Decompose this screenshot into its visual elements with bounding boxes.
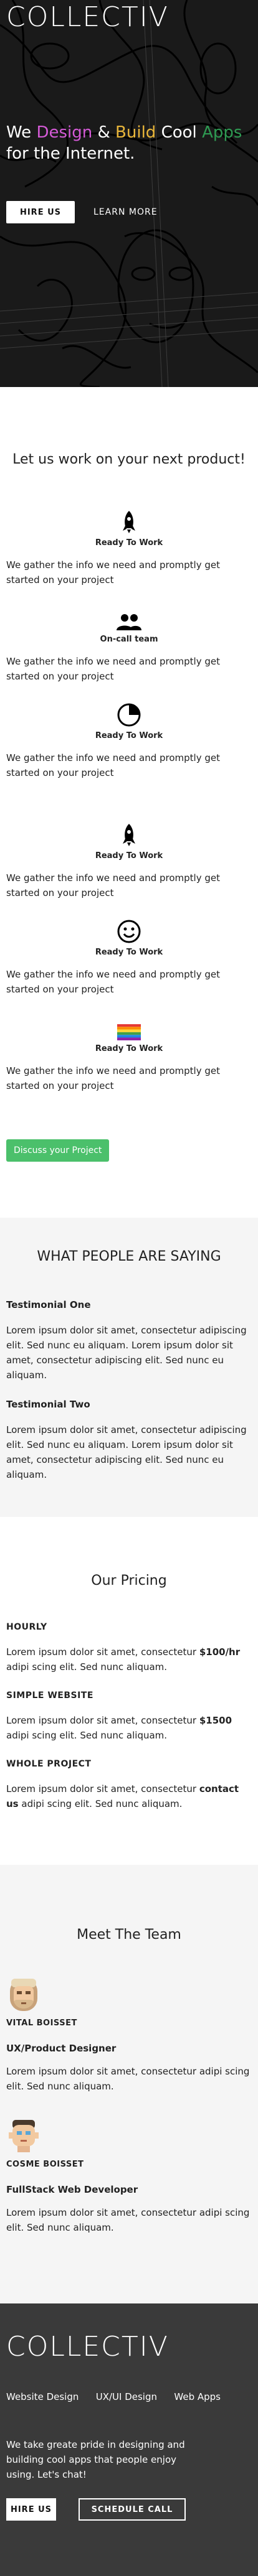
footer-link-ux-ui-design[interactable]: UX/UI Design	[96, 2391, 157, 2402]
people-icon	[6, 604, 252, 631]
service-text: We gather the info we need and promptly …	[6, 752, 221, 778]
service-item: On-call team We gather the info we need …	[6, 604, 252, 684]
team-member: COSME BOISSET FullStack Web Developer Lo…	[6, 2119, 252, 2235]
hero-tagline: We Design & Build Cool Apps for the Inte…	[6, 122, 252, 164]
rocket-icon	[6, 820, 252, 847]
footer-brand-logo: COLLECTIV	[6, 2331, 169, 2363]
testimonial-title: Testimonial One	[6, 1299, 91, 1310]
hero-brand-logo: COLLECTIV	[6, 1, 169, 33]
member-bio: Lorem ipsum dolor sit amet, consectetur …	[6, 2207, 250, 2233]
plan-description: Lorem ipsum dolor sit amet, consectetur …	[6, 1781, 252, 1811]
services-heading: Let us work on your next product!	[12, 452, 246, 467]
plan-price: $1500	[199, 1715, 232, 1726]
service-title: Ready To Work	[95, 1044, 163, 1053]
learn-more-link[interactable]: LEARN MORE	[93, 207, 158, 217]
service-text: We gather the info we need and promptly …	[6, 656, 221, 682]
service-item: Ready To Work We gather the info we need…	[6, 1013, 252, 1093]
pricing-heading: Our Pricing	[91, 1573, 167, 1589]
testimonials-heading: WHAT PEOPLE ARE SAYING	[37, 1249, 221, 1264]
member-name: VITAL BOISSET	[6, 2018, 77, 2028]
service-item: Ready To Work We gather the info we need…	[6, 917, 252, 997]
rainbow-flag-icon	[6, 1013, 252, 1040]
testimonial-item: Testimonial One Lorem ipsum dolor sit am…	[6, 1299, 252, 1383]
footer-nav: Website Design UX/UI Design Web Apps	[6, 2391, 252, 2402]
testimonial-item: Testimonial Two Lorem ipsum dolor sit am…	[6, 1399, 252, 1482]
testimonials-section: WHAT PEOPLE ARE SAYING Testimonial One L…	[0, 1218, 258, 1517]
plan-name: SIMPLE WEBSITE	[6, 1691, 93, 1701]
service-text: We gather the info we need and promptly …	[6, 969, 221, 995]
tagline-design: Design	[36, 123, 93, 142]
footer-pitch: We take greate pride in designing and bu…	[6, 2439, 185, 2480]
tagline-build: Build	[115, 123, 156, 142]
testimonial-text: Lorem ipsum dolor sit amet, consectetur …	[6, 1424, 247, 1480]
footer-link-website-design[interactable]: Website Design	[6, 2391, 79, 2402]
service-title: On-call team	[100, 635, 158, 644]
service-title: Ready To Work	[95, 851, 163, 861]
plan-description: Lorem ipsum dolor sit amet, consectetur …	[6, 1713, 252, 1743]
services-section: Let us work on your next product! Ready …	[0, 387, 258, 1180]
pricing-plan: HOURLY Lorem ipsum dolor sit amet, conse…	[6, 1622, 252, 1674]
service-item: Ready To Work We gather the info we need…	[6, 820, 252, 900]
service-item: Ready To Work We gather the info we need…	[6, 507, 252, 587]
testimonial-text: Lorem ipsum dolor sit amet, consectetur …	[6, 1325, 247, 1381]
avatar	[9, 2120, 39, 2152]
member-bio: Lorem ipsum dolor sit amet, consectetur …	[6, 2066, 250, 2092]
discuss-project-button[interactable]: Discuss your Project	[6, 1139, 110, 1162]
member-role: FullStack Web Developer	[6, 2184, 138, 2195]
footer-hire-us-button[interactable]: HIRE US	[6, 2498, 56, 2521]
smiley-icon	[6, 917, 252, 944]
plan-text-before: Lorem ipsum dolor sit amet, consectetur	[6, 1715, 199, 1726]
plan-price: $100/hr	[199, 1646, 241, 1658]
tagline-we: We	[6, 123, 37, 142]
avatar	[10, 1979, 37, 2011]
plan-text-after: adipi scing elit. Sed nunc aliquam.	[18, 1798, 183, 1809]
service-text: We gather the info we need and promptly …	[6, 872, 221, 898]
footer: COLLECTIV Website Design UX/UI Design We…	[0, 2303, 258, 2576]
tagline-apps: Apps	[202, 123, 242, 142]
plan-text-before: Lorem ipsum dolor sit amet, consectetur	[6, 1783, 199, 1794]
footer-buttons: HIRE US SCHEDULE CALL	[6, 2498, 252, 2521]
team-section: Meet The Team VITAL BOISSET UX/Product D…	[0, 1865, 258, 2303]
hero-line-art	[0, 0, 258, 387]
tagline-rest: for the Internet.	[6, 144, 135, 163]
plan-description: Lorem ipsum dolor sit amet, consectetur …	[6, 1645, 252, 1674]
pricing-plan: SIMPLE WEBSITE Lorem ipsum dolor sit ame…	[6, 1691, 252, 1743]
member-role: UX/Product Designer	[6, 2043, 117, 2054]
tagline-amp: &	[92, 123, 116, 142]
service-title: Ready To Work	[95, 948, 163, 957]
testimonial-title: Testimonial Two	[6, 1399, 90, 1410]
footer-link-web-apps[interactable]: Web Apps	[174, 2391, 221, 2402]
plan-text-after: adipi scing elit. Sed nunc aliquam.	[6, 1661, 168, 1673]
service-text: We gather the info we need and promptly …	[6, 559, 221, 586]
schedule-call-button[interactable]: SCHEDULE CALL	[79, 2498, 186, 2521]
member-name: COSME BOISSET	[6, 2160, 84, 2169]
service-text: We gather the info we need and promptly …	[6, 1065, 221, 1091]
hero-section: COLLECTIV We Design & Build Cool Apps fo…	[0, 0, 258, 387]
rocket-icon	[6, 507, 252, 534]
plan-text-after: adipi scing elit. Sed nunc aliquam.	[6, 1730, 168, 1741]
pricing-section: Our Pricing HOURLY Lorem ipsum dolor sit…	[0, 1517, 258, 1865]
plan-name: WHOLE PROJECT	[6, 1759, 92, 1769]
tagline-cool: Cool	[156, 123, 203, 142]
service-item: Ready To Work We gather the info we need…	[6, 700, 252, 780]
pricing-plan: WHOLE PROJECT Lorem ipsum dolor sit amet…	[6, 1759, 252, 1811]
service-title: Ready To Work	[95, 538, 163, 548]
team-heading: Meet The Team	[77, 1927, 181, 1943]
hire-us-button[interactable]: HIRE US	[6, 201, 75, 223]
service-title: Ready To Work	[95, 731, 163, 740]
team-member: VITAL BOISSET UX/Product Designer Lorem …	[6, 1977, 252, 2094]
plan-text-before: Lorem ipsum dolor sit amet, consectetur	[6, 1646, 199, 1658]
pie-chart-icon	[6, 700, 252, 727]
plan-name: HOURLY	[6, 1622, 47, 1632]
